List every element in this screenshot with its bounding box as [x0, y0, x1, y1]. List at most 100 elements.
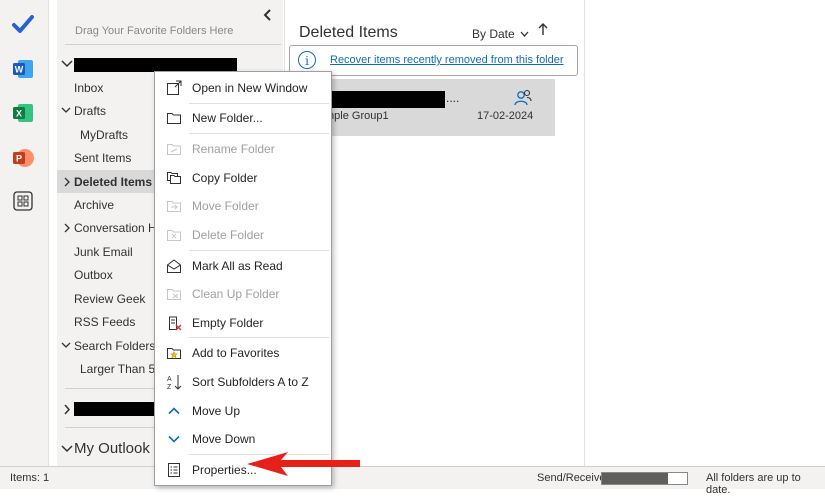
folder-deleted-items: Deleted Items [74, 175, 153, 189]
menu-move-folder[interactable]: Move Folder [155, 194, 331, 218]
svg-text:Z: Z [167, 384, 172, 390]
menu-mark-all-as-read[interactable]: Mark All as Read [155, 254, 331, 278]
menu-move-up[interactable]: Move Up [155, 399, 331, 423]
menu-label: Sort Subfolders A to Z [192, 375, 309, 389]
send-receive-label: Send/Receive [537, 472, 606, 484]
svg-text:A: A [167, 376, 172, 383]
menu-label: Move Up [192, 404, 241, 418]
menu-label: Empty Folder [192, 316, 264, 330]
folder-archive[interactable]: Archive [74, 198, 114, 212]
empty-folder-icon [169, 316, 182, 331]
sort-direction-button[interactable] [538, 22, 548, 40]
clean-up-icon [167, 289, 181, 300]
sync-status: All folders are up to date. [706, 472, 801, 496]
apps-icon[interactable] [11, 189, 35, 213]
favorites-icon [167, 348, 181, 359]
chevron-right-icon[interactable] [63, 177, 71, 187]
svg-text:W: W [15, 65, 24, 75]
redacted-account-name [74, 402, 164, 416]
chevron-down-icon[interactable] [61, 444, 73, 454]
folder-drafts[interactable]: Drafts [74, 104, 106, 118]
rename-folder-icon [167, 144, 181, 155]
sender-suffix: .... [446, 91, 460, 105]
new-window-icon [167, 80, 182, 95]
excel-icon[interactable]: X [11, 101, 35, 125]
menu-add-to-favorites[interactable]: Add to Favorites [155, 341, 331, 365]
my-outlook-group[interactable]: My Outlook [74, 440, 150, 457]
redacted-sender [329, 91, 445, 108]
menu-label: Open in New Window [192, 81, 308, 95]
new-folder-icon [167, 113, 181, 124]
word-icon[interactable]: W [11, 57, 35, 81]
move-up-icon [168, 407, 180, 415]
folder-mydrafts[interactable]: MyDrafts [80, 128, 128, 142]
mark-read-icon [167, 259, 181, 273]
folder-larger-than[interactable]: Larger Than 50 [80, 362, 162, 376]
menu-delete-folder[interactable]: Delete Folder [155, 223, 331, 247]
group-icon [514, 89, 532, 106]
folder-review-geek[interactable]: Review Geek [74, 292, 145, 306]
app-rail: W X P [0, 0, 49, 466]
folder-rss-feeds[interactable]: RSS Feeds [74, 315, 135, 329]
menu-label: Add to Favorites [192, 346, 280, 360]
folder-inbox[interactable]: Inbox [74, 81, 103, 95]
menu-clean-up-folder[interactable]: Clean Up Folder [155, 282, 331, 306]
folder-junk-email[interactable]: Junk Email [74, 245, 133, 259]
send-receive-progress [601, 472, 688, 485]
copy-folder-icon [167, 172, 181, 184]
folder-sent-items[interactable]: Sent Items [74, 151, 131, 165]
message-date: 17-02-2024 [477, 110, 534, 122]
reading-pane [584, 0, 825, 466]
folder-conversation-history[interactable]: Conversation H [74, 221, 157, 235]
svg-text:X: X [16, 109, 22, 119]
menu-label: Mark All as Read [192, 259, 283, 273]
svg-text:P: P [16, 154, 22, 164]
recover-items-bar: i Recover items recently removed from th… [289, 45, 578, 76]
annotation-arrow-icon [247, 452, 360, 476]
menu-label: New Folder... [192, 111, 263, 125]
chevron-left-icon [263, 9, 271, 21]
folder-search-folders[interactable]: Search Folders [74, 339, 155, 353]
folder-outbox[interactable]: Outbox [74, 268, 113, 282]
sort-label: By Date [472, 27, 515, 41]
menu-separator [189, 337, 329, 338]
folder-title: Deleted Items [299, 24, 398, 41]
chevron-down-icon[interactable] [61, 59, 73, 69]
menu-rename-folder[interactable]: Rename Folder [155, 137, 331, 161]
menu-label: Move Folder [192, 199, 259, 213]
menu-separator [189, 133, 329, 134]
progress-fill [602, 473, 669, 484]
delete-folder-icon [167, 230, 181, 241]
items-count: Items: 1 [10, 472, 50, 484]
collapse-pane-button[interactable] [262, 8, 276, 22]
move-folder-icon [167, 201, 181, 212]
menu-separator [189, 103, 329, 104]
chevron-right-icon[interactable] [63, 404, 71, 415]
chevron-right-icon[interactable] [63, 223, 71, 233]
todo-icon[interactable] [11, 12, 35, 36]
recover-items-link[interactable]: Recover items recently removed from this… [330, 54, 564, 66]
sort-az-icon: AZ [167, 375, 182, 390]
chevron-down-icon [520, 31, 529, 37]
favorites-hint: Drag Your Favorite Folders Here [75, 25, 234, 37]
arrow-up-icon [538, 23, 548, 35]
divider [65, 44, 281, 45]
sort-by-button[interactable]: By Date [472, 27, 529, 41]
context-menu: Open in New Window New Folder... Rename … [154, 71, 332, 486]
status-bar: Items: 1 Send/Receive All folders are up… [0, 466, 825, 496]
message-subject: mple Group1 [325, 110, 389, 122]
move-down-icon [168, 435, 180, 443]
menu-copy-folder[interactable]: Copy Folder [155, 166, 331, 190]
menu-sort-subfolders[interactable]: AZ Sort Subfolders A to Z [155, 370, 331, 394]
info-icon: i [298, 51, 316, 69]
powerpoint-icon[interactable]: P [11, 146, 35, 170]
menu-separator [189, 250, 329, 251]
chevron-down-icon[interactable] [61, 341, 71, 350]
menu-open-in-new-window[interactable]: Open in New Window [155, 76, 331, 100]
menu-new-folder[interactable]: New Folder... [155, 106, 331, 130]
properties-icon [168, 463, 180, 477]
menu-label: Clean Up Folder [192, 287, 280, 301]
chevron-down-icon[interactable] [61, 106, 71, 115]
menu-empty-folder[interactable]: Empty Folder [155, 311, 331, 335]
menu-label: Rename Folder [192, 142, 275, 156]
